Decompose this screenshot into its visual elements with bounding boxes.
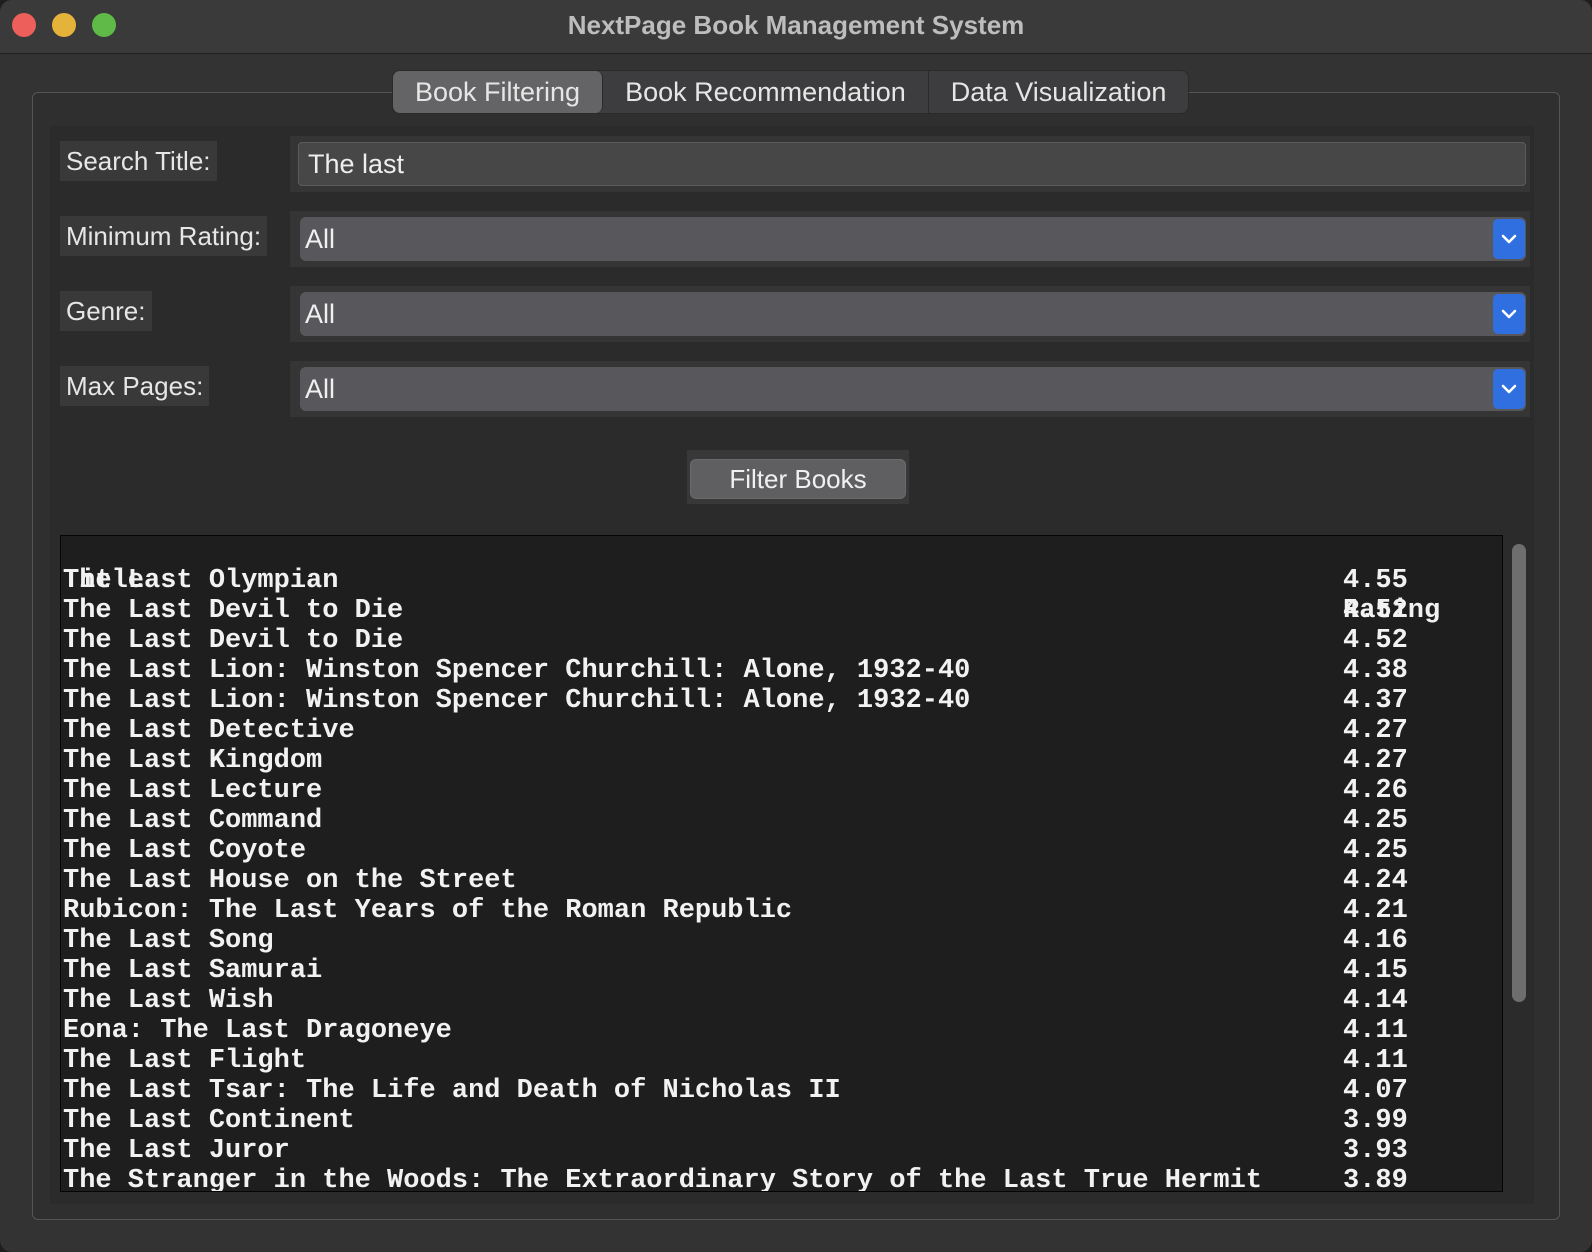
book-title: The Last Detective (63, 716, 355, 746)
table-row: The Last Kingdom 4.27 (61, 746, 1502, 776)
app-window: NextPage Book Management System Book Fil… (0, 0, 1592, 1252)
table-row: The Last Coyote 4.25 (61, 836, 1502, 866)
book-rating: 4.11 (1343, 1016, 1408, 1046)
chevron-down-icon[interactable] (1493, 369, 1525, 409)
table-row: The Stranger in the Woods: The Extraordi… (61, 1166, 1502, 1192)
minimum-rating-label: Minimum Rating: (60, 216, 268, 256)
minimum-rating-value: All (305, 224, 336, 254)
book-rating: 4.11 (1343, 1046, 1408, 1076)
book-rating: 4.25 (1343, 806, 1408, 836)
book-title: The Last Devil to Die (63, 626, 404, 656)
tab-book-filtering[interactable]: Book Filtering (393, 71, 604, 113)
max-pages-label: Max Pages: (60, 366, 210, 406)
results-header-row: Title Rating (61, 536, 1502, 626)
book-rating: 4.27 (1343, 746, 1408, 776)
book-title: The Last Command (63, 806, 323, 836)
table-row: The Last Devil to Die 4.52 (61, 626, 1502, 656)
book-rating: 4.21 (1343, 896, 1408, 926)
minimum-rating-select[interactable]: All (300, 217, 1526, 261)
book-title: The Last Kingdom (63, 746, 323, 776)
window-title: NextPage Book Management System (567, 10, 1025, 40)
book-title: The Last Devil to Die (63, 596, 404, 626)
book-title: The Last Samurai (63, 956, 323, 986)
chevron-down-icon[interactable] (1493, 219, 1525, 259)
table-row: The Last Devil to Die 4.52 (61, 596, 1502, 626)
filter-books-button[interactable]: Filter Books (690, 459, 906, 499)
book-title: The Last Olympian (63, 566, 339, 596)
chevron-down-icon[interactable] (1493, 294, 1525, 334)
book-title: The Last Lion: Winston Spencer Churchill… (63, 686, 971, 716)
table-row: The Last Samurai 4.15 (61, 956, 1502, 986)
book-title: The Last Coyote (63, 836, 307, 866)
max-pages-value: All (305, 374, 336, 404)
book-rating: 4.55 (1343, 566, 1408, 596)
table-row: The Last Wish 4.14 (61, 986, 1502, 1016)
book-rating: 4.15 (1343, 956, 1408, 986)
book-rating: 3.93 (1343, 1136, 1408, 1166)
book-rating: 3.89 (1343, 1166, 1408, 1192)
book-rating: 4.25 (1343, 836, 1408, 866)
table-row: The Last Flight 4.11 (61, 1046, 1502, 1076)
table-row: The Last Lion: Winston Spencer Churchill… (61, 656, 1502, 686)
table-row: The Last Juror 3.93 (61, 1136, 1502, 1166)
table-row: Eona: The Last Dragoneye 4.11 (61, 1016, 1502, 1046)
table-row: The Last Olympian 4.55 (61, 566, 1502, 596)
genre-value: All (305, 299, 336, 329)
table-row: The Last Song 4.16 (61, 926, 1502, 956)
table-row: The Last Continent 3.99 (61, 1106, 1502, 1136)
book-rating: 4.52 (1343, 626, 1408, 656)
genre-label: Genre: (60, 291, 152, 331)
table-row: Rubicon: The Last Years of the Roman Rep… (61, 896, 1502, 926)
max-pages-select[interactable]: All (300, 367, 1526, 411)
book-title: The Last House on the Street (63, 866, 517, 896)
tab-data-visualization[interactable]: Data Visualization (929, 71, 1189, 113)
genre-select[interactable]: All (300, 292, 1526, 336)
book-title: The Last Song (63, 926, 274, 956)
book-rating: 4.14 (1343, 986, 1408, 1016)
table-row: The Last Lecture 4.26 (61, 776, 1502, 806)
book-title: Rubicon: The Last Years of the Roman Rep… (63, 896, 793, 926)
results-text-area[interactable]: Title Rating The Last Olympian 4.55 The La… (60, 535, 1503, 1192)
book-rating: 4.07 (1343, 1076, 1408, 1106)
book-title: Eona: The Last Dragoneye (63, 1016, 452, 1046)
table-row: The Last Command 4.25 (61, 806, 1502, 836)
book-title: The Stranger in the Woods: The Extraordi… (63, 1166, 1262, 1192)
search-title-input[interactable]: The last (298, 142, 1526, 186)
book-rating: 4.52 (1343, 596, 1408, 626)
book-title: The Last Continent (63, 1106, 355, 1136)
book-rating: 3.99 (1343, 1106, 1408, 1136)
book-title: The Last Lion: Winston Spencer Churchill… (63, 656, 971, 686)
book-rating: 4.27 (1343, 716, 1408, 746)
book-title: The Last Lecture (63, 776, 323, 806)
book-title: The Last Wish (63, 986, 274, 1016)
book-rating: 4.16 (1343, 926, 1408, 956)
book-title: The Last Juror (63, 1136, 290, 1166)
results-scrollbar-thumb[interactable] (1512, 544, 1526, 1002)
book-rating: 4.38 (1343, 656, 1408, 686)
book-title: The Last Flight (63, 1046, 307, 1076)
book-rating: 4.26 (1343, 776, 1408, 806)
table-row: The Last Tsar: The Life and Death of Nic… (61, 1076, 1502, 1106)
book-rating: 4.37 (1343, 686, 1408, 716)
tab-book-recommendation[interactable]: Book Recommendation (603, 71, 929, 113)
book-title: The Last Tsar: The Life and Death of Nic… (63, 1076, 841, 1106)
tab-bar: Book Filtering Book Recommendation Data … (392, 70, 1190, 114)
table-row: The Last House on the Street 4.24 (61, 866, 1502, 896)
title-bar: NextPage Book Management System (0, 0, 1592, 54)
book-rating: 4.24 (1343, 866, 1408, 896)
table-row: The Last Lion: Winston Spencer Churchill… (61, 686, 1502, 716)
table-row: The Last Detective 4.27 (61, 716, 1502, 746)
search-title-label: Search Title: (60, 141, 217, 181)
results-rows: The Last Olympian 4.55 The Last Devil to D… (61, 566, 1502, 1192)
